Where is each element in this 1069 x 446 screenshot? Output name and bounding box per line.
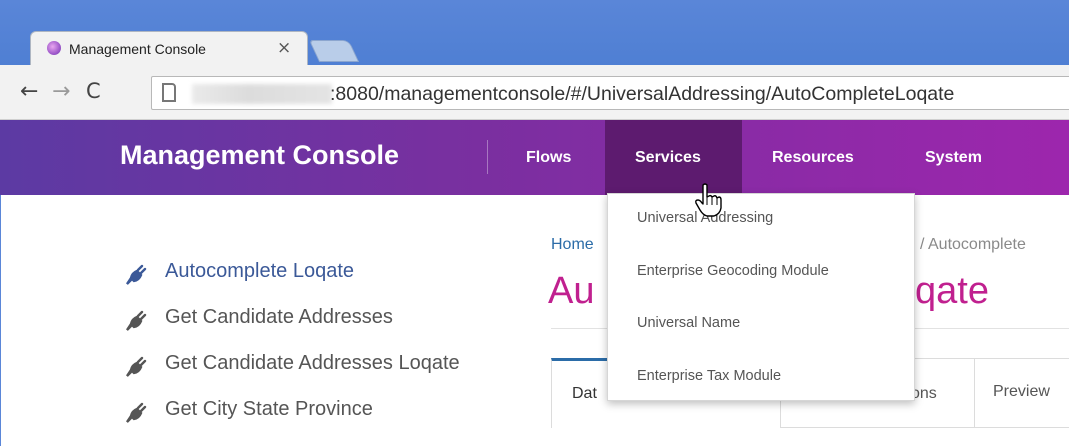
breadcrumb-home-link[interactable]: Home <box>551 236 594 254</box>
breadcrumb-current: / Autocomplete <box>920 236 1026 253</box>
brand-title[interactable]: Management Console <box>120 140 399 171</box>
page-title-end: qate <box>915 270 989 312</box>
nav-flows[interactable]: Flows <box>496 120 601 195</box>
menu-item-enterprise-tax-module[interactable]: Enterprise Tax Module <box>637 368 781 384</box>
forward-arrow-icon[interactable]: → <box>52 79 70 104</box>
nav-system[interactable]: System <box>895 120 1012 195</box>
url-text[interactable]: :8080/managementconsole/#/UniversalAddre… <box>330 83 954 106</box>
tab-data-label: Dat <box>572 385 597 402</box>
page-title-start: Au <box>548 270 595 312</box>
brand-divider <box>487 140 488 174</box>
list-item-label: Get City State Province <box>165 398 373 420</box>
page-icon <box>162 83 176 102</box>
tab-title: Management Console <box>69 41 206 57</box>
redacted-host <box>192 84 332 104</box>
menu-item-universal-name[interactable]: Universal Name <box>637 315 740 331</box>
list-item-label: Get Candidate Addresses <box>165 306 393 328</box>
address-bar[interactable]: :8080/managementconsole/#/UniversalAddre… <box>151 76 1069 110</box>
window-edge <box>0 195 1 446</box>
tab-close-icon[interactable]: × <box>277 38 291 58</box>
back-arrow-icon[interactable]: ← <box>20 79 38 104</box>
nav-resources[interactable]: Resources <box>742 120 884 195</box>
reload-icon[interactable]: C <box>86 79 101 103</box>
list-item-label: Get Candidate Addresses Loqate <box>165 352 460 374</box>
list-item-label: Autocomplete Loqate <box>165 260 355 282</box>
app-header: Management Console Flows Services Resour… <box>0 120 1069 195</box>
plug-icon <box>126 356 147 377</box>
plug-icon <box>126 310 147 331</box>
plug-icon <box>126 264 147 285</box>
browser-tab[interactable]: Management Console × <box>30 31 308 65</box>
services-dropdown-menu: Universal Addressing Enterprise Geocodin… <box>607 193 915 401</box>
hand-cursor-icon <box>695 183 722 217</box>
favicon-icon <box>47 41 61 55</box>
menu-item-enterprise-geocoding-module[interactable]: Enterprise Geocoding Module <box>637 263 829 279</box>
plug-icon <box>126 402 147 423</box>
browser-toolbar: ← → C :8080/managementconsole/#/Universa… <box>0 65 1069 120</box>
tab-preview-label: Preview <box>993 383 1050 400</box>
tab-preview[interactable]: Preview <box>974 358 1069 428</box>
